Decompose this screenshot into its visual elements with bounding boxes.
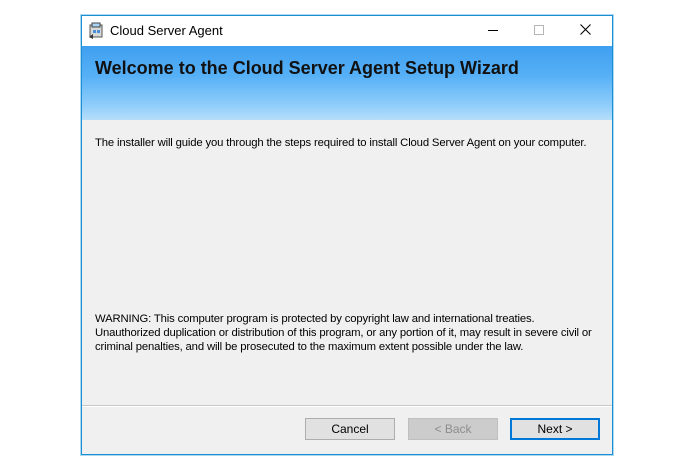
installer-app-icon (88, 22, 106, 40)
minimize-icon (488, 22, 498, 40)
next-button[interactable]: Next > (510, 418, 600, 440)
maximize-icon (534, 22, 544, 40)
banner-title: Welcome to the Cloud Server Agent Setup … (95, 58, 519, 78)
close-icon (579, 22, 591, 40)
footer-divider (82, 405, 612, 407)
window-title: Cloud Server Agent (110, 23, 223, 38)
wizard-banner: Welcome to the Cloud Server Agent Setup … (82, 46, 612, 120)
maximize-button[interactable] (516, 16, 562, 46)
installer-window: Cloud Server Agent Welcome to the Cloud … (81, 15, 613, 455)
minimize-button[interactable] (470, 16, 516, 46)
title-bar[interactable]: Cloud Server Agent (82, 16, 612, 46)
close-button[interactable] (562, 16, 608, 46)
intro-text: The installer will guide you through the… (95, 137, 587, 149)
cancel-button[interactable]: Cancel (305, 418, 395, 440)
back-button[interactable]: < Back (408, 418, 498, 440)
copyright-warning-text: WARNING: This computer program is protec… (95, 313, 592, 353)
